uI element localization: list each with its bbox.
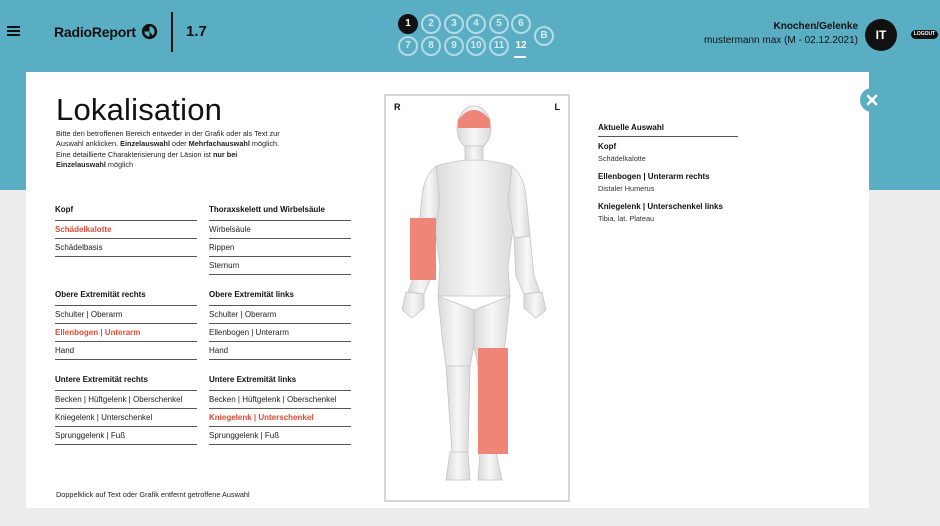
current-selection-title: Kniegelenk | Unterschenkel links <box>598 202 723 211</box>
list-item[interactable]: Wirbelsäule <box>209 221 351 239</box>
app-header: RadioReport 1.7 1 2 3 4 5 6 7 8 9 10 11 … <box>0 0 940 62</box>
list-item[interactable]: Kniegelenk | Unterschenkel <box>55 409 197 427</box>
step-5[interactable]: 5 <box>489 14 509 34</box>
body-figure-svg <box>401 105 547 481</box>
current-step-indicator <box>514 56 526 58</box>
header-divider <box>171 12 173 52</box>
avatar[interactable]: IT <box>865 19 897 51</box>
intro-text-part: möglich <box>105 159 134 169</box>
intro-text-bold: Mehrfachauswahl <box>188 139 250 149</box>
group-lower-left: Untere Extremität links Becken | Hüftgel… <box>209 372 351 445</box>
group-kopf: Kopf Schädelkalotte Schädelbasis <box>55 202 197 257</box>
step-7[interactable]: 7 <box>398 36 418 56</box>
step-3[interactable]: 3 <box>444 14 464 34</box>
group-header: Thoraxskelett und Wirbelsäule <box>209 202 351 221</box>
list-item[interactable]: Becken | Hüftgelenk | Oberschenkel <box>209 391 351 409</box>
step-2[interactable]: 2 <box>421 14 441 34</box>
logout-button[interactable]: LOGOUT <box>911 30 938 39</box>
current-selection-item[interactable]: Ellenbogen | Unterarm rechts Distaler Hu… <box>598 172 798 193</box>
current-selection-header: Aktuelle Auswahl <box>598 123 738 137</box>
list-item[interactable]: Kniegelenk | Unterschenkel <box>209 409 351 427</box>
page-title: Lokalisation <box>56 92 223 127</box>
patient-info: mustermann max (M - 02.12.2021) <box>704 35 858 46</box>
list-item[interactable]: Schädelbasis <box>55 239 197 257</box>
step-4[interactable]: 4 <box>466 14 486 34</box>
current-selection-item[interactable]: Kniegelenk | Unterschenkel links Tibia, … <box>598 202 798 223</box>
body-figure: R L <box>384 94 570 502</box>
figure-forearm-left[interactable] <box>513 235 541 295</box>
figure-hand-left[interactable] <box>523 291 547 319</box>
intro-text: Bitte den betroffenen Bereich entweder i… <box>56 129 286 170</box>
figure-foot-left[interactable] <box>477 451 503 481</box>
group-thorax: Thoraxskelett und Wirbelsäule Wirbelsäul… <box>209 202 351 275</box>
group-header: Untere Extremität rechts <box>55 372 197 391</box>
hamburger-icon[interactable] <box>7 26 20 37</box>
radioreport-logo-icon <box>141 23 158 40</box>
group-header: Obere Extremität links <box>209 287 351 306</box>
list-item[interactable]: Hand <box>55 342 197 360</box>
step-11[interactable]: 11 <box>489 36 509 56</box>
intro-text-part: oder <box>169 139 189 149</box>
list-item[interactable]: Sprunggelenk | Fuß <box>55 427 197 445</box>
localization-panel: Lokalisation Bitte den betroffenen Berei… <box>26 72 869 508</box>
group-upper-right: Obere Extremität rechts Schulter | Obera… <box>55 287 197 360</box>
group-header: Kopf <box>55 202 197 221</box>
current-selection-title: Ellenbogen | Unterarm rechts <box>598 172 710 181</box>
brand-name: RadioReport <box>54 24 136 40</box>
group-header: Obere Extremität rechts <box>55 287 197 306</box>
list-item[interactable]: Ellenbogen | Unterarm <box>209 324 351 342</box>
step-1[interactable]: 1 <box>398 14 418 34</box>
intro-text-bold: Einzelauswahl <box>120 139 170 149</box>
current-selection-sub: Tibia, lat. Plateau <box>598 214 655 223</box>
list-item[interactable]: Becken | Hüftgelenk | Oberschenkel <box>55 391 197 409</box>
highlight-forearm-right[interactable] <box>410 218 436 280</box>
list-item[interactable]: Schädelkalotte <box>55 221 197 239</box>
highlight-lower-leg-left[interactable] <box>478 348 508 454</box>
list-item[interactable]: Rippen <box>209 239 351 257</box>
current-selection-item[interactable]: Kopf Schädelkalotte <box>598 142 798 163</box>
group-upper-left: Obere Extremität links Schulter | Oberar… <box>209 287 351 360</box>
step-9[interactable]: 9 <box>444 36 464 56</box>
list-item[interactable]: Hand <box>209 342 351 360</box>
close-icon <box>866 94 878 106</box>
current-selection-sub: Schädelkalotte <box>598 154 646 163</box>
list-item[interactable]: Sternum <box>209 257 351 275</box>
close-button[interactable] <box>860 88 884 112</box>
list-item[interactable]: Sprunggelenk | Fuß <box>209 427 351 445</box>
figure-thigh-right[interactable] <box>437 295 475 367</box>
figure-torso[interactable] <box>431 159 517 297</box>
step-6[interactable]: 6 <box>511 14 531 34</box>
group-lower-right: Untere Extremität rechts Becken | Hüftge… <box>55 372 197 445</box>
current-selection-sub: Distaler Humerus <box>598 184 655 193</box>
step-12[interactable]: 12 <box>511 36 531 56</box>
list-item[interactable]: Schulter | Oberarm <box>209 306 351 324</box>
group-header: Untere Extremität links <box>209 372 351 391</box>
list-item[interactable]: Ellenbogen | Unterarm <box>55 324 197 342</box>
step-10[interactable]: 10 <box>466 36 486 56</box>
figure-lower-leg-right[interactable] <box>445 365 471 453</box>
figure-hand-right[interactable] <box>401 291 425 319</box>
list-item[interactable]: Schulter | Oberarm <box>55 306 197 324</box>
hint-text: Doppelklick auf Text oder Grafik entfern… <box>56 490 250 499</box>
current-selection-title: Kopf <box>598 142 617 151</box>
step-8[interactable]: 8 <box>421 36 441 56</box>
figure-foot-right[interactable] <box>445 451 471 481</box>
step-b[interactable]: B <box>534 26 554 46</box>
app-version: 1.7 <box>186 23 207 40</box>
module-name: Knochen/Gelenke <box>773 21 858 32</box>
